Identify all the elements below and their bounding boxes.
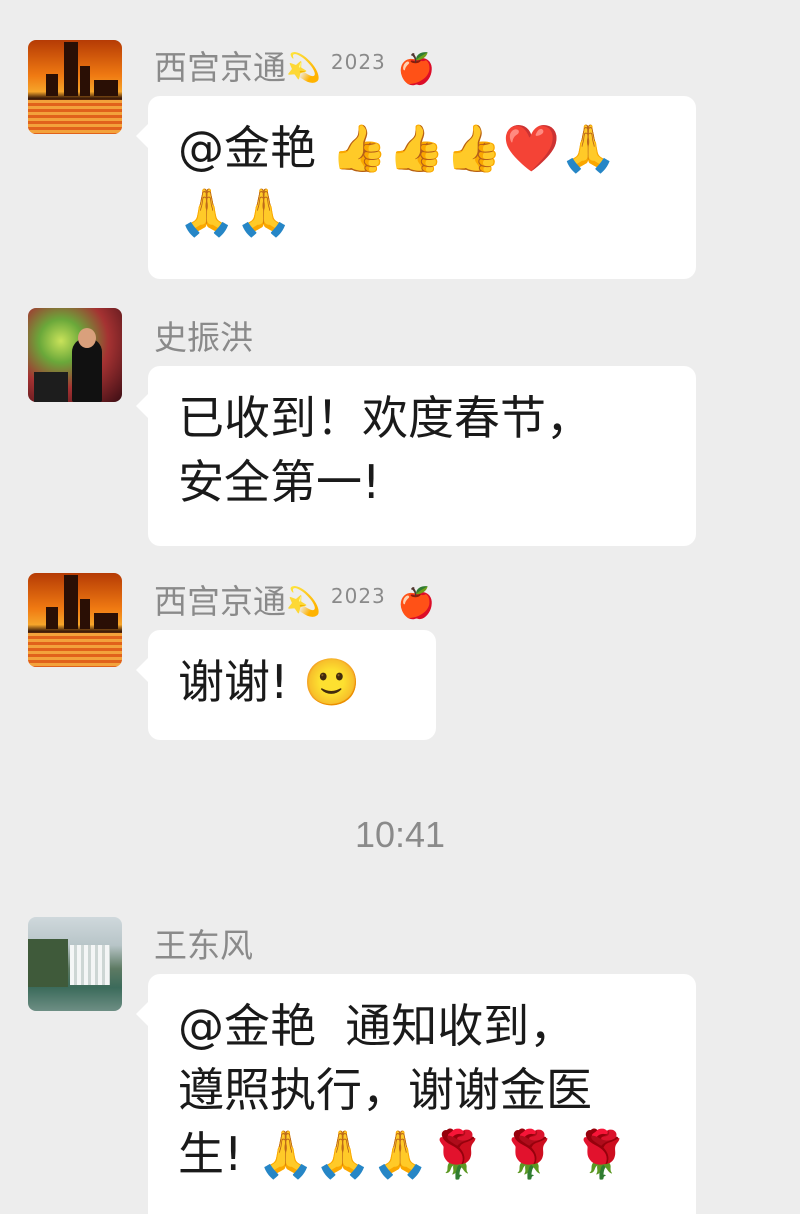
sender-name-text: 西宫京通 <box>154 582 286 621</box>
message-bubble[interactable]: @金艳 通知收到， 遵照执行，谢谢金医 生! 🙏🙏🙏🌹 🌹 🌹 <box>136 974 696 1214</box>
sender-name: 西宫京通💫 2023 🍎 <box>154 582 435 624</box>
chat-message: 王东风 @金艳 通知收到， 遵照执行，谢谢金医 生! 🙏🙏🙏🌹 🌹 🌹 <box>0 0 800 1214</box>
sender-name: 王东风 <box>154 926 253 965</box>
dizzy-emoji: 💫 <box>286 585 321 618</box>
timestamp: 10:41 <box>354 814 446 855</box>
chat-window: 西宫京通💫 2023 🍎 @金艳 👍👍👍❤️🙏 🙏🙏 史振洪 已收到！欢度春节， 安… <box>0 0 800 1214</box>
avatar[interactable] <box>28 917 122 1011</box>
sender-name: 史振洪 <box>154 318 253 357</box>
avatar[interactable] <box>28 573 122 667</box>
message-bubble[interactable]: 已收到！欢度春节， 安全第一! <box>136 366 696 546</box>
message-bubble[interactable]: @金艳 👍👍👍❤️🙏 🙏🙏 <box>136 96 696 279</box>
apple-emoji: 🍎 <box>397 586 436 621</box>
avatar[interactable] <box>28 308 122 402</box>
message-bubble[interactable]: 谢谢! 🙂 <box>136 630 436 740</box>
sender-year: 2023 <box>330 584 386 608</box>
